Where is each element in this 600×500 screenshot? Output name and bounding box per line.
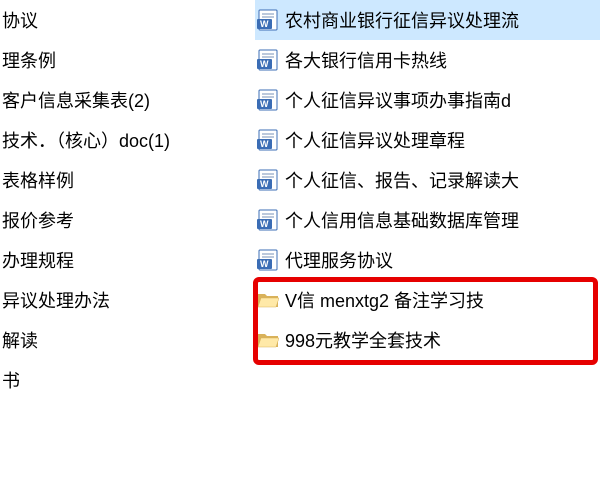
file-label: 异议处理办法 <box>2 287 110 313</box>
file-label: 个人信用信息基础数据库管理 <box>285 207 519 233</box>
file-label: 998元教学全套技术 <box>285 327 441 353</box>
file-item[interactable]: 表格样例 <box>0 160 255 200</box>
file-label: 各大银行信用卡热线 <box>285 47 447 73</box>
file-item[interactable]: 个人征信异议事项办事指南d <box>255 80 600 120</box>
file-item[interactable]: 解读 <box>0 320 255 360</box>
file-label: 报价参考 <box>2 207 74 233</box>
file-label: 书 <box>2 367 20 393</box>
file-item[interactable]: 协议 <box>0 0 255 40</box>
file-item[interactable]: 理条例 <box>0 40 255 80</box>
file-item[interactable]: 个人信用信息基础数据库管理 <box>255 200 600 240</box>
file-label: 技术．（核心）doc(1) <box>2 127 170 153</box>
file-item[interactable]: 各大银行信用卡热线 <box>255 40 600 80</box>
file-label: 协议 <box>2 7 38 33</box>
file-label: 理条例 <box>2 47 56 73</box>
folder-icon <box>257 289 279 311</box>
file-column-left: 协议 理条例 客户信息采集表(2) 技术．（核心）doc(1) 表格样例 报价参… <box>0 0 255 400</box>
file-label: 解读 <box>2 327 38 353</box>
word-doc-icon <box>257 169 279 191</box>
file-item[interactable]: 客户信息采集表(2) <box>0 80 255 120</box>
file-column-right: 农村商业银行征信异议处理流 各大银行信用卡热线 个人征信异议事项办事指南d 个人… <box>255 0 600 400</box>
file-label: 个人征信、报告、记录解读大 <box>285 167 519 193</box>
file-item[interactable]: 书 <box>0 360 255 400</box>
file-item[interactable]: 农村商业银行征信异议处理流 <box>255 0 600 40</box>
file-label: 表格样例 <box>2 167 74 193</box>
file-item[interactable]: 办理规程 <box>0 240 255 280</box>
word-doc-icon <box>257 209 279 231</box>
file-item[interactable]: 个人征信、报告、记录解读大 <box>255 160 600 200</box>
file-list: 协议 理条例 客户信息采集表(2) 技术．（核心）doc(1) 表格样例 报价参… <box>0 0 600 400</box>
word-doc-icon <box>257 129 279 151</box>
file-label: V信 menxtg2 备注学习技 <box>285 287 484 313</box>
word-doc-icon <box>257 89 279 111</box>
folder-icon <box>257 329 279 351</box>
file-item[interactable]: 代理服务协议 <box>255 240 600 280</box>
file-label: 个人征信异议事项办事指南d <box>285 87 511 113</box>
file-label: 农村商业银行征信异议处理流 <box>285 7 519 33</box>
word-doc-icon <box>257 249 279 271</box>
file-label: 代理服务协议 <box>285 247 393 273</box>
word-doc-icon <box>257 49 279 71</box>
file-item[interactable]: 个人征信异议处理章程 <box>255 120 600 160</box>
file-label: 办理规程 <box>2 247 74 273</box>
file-label: 个人征信异议处理章程 <box>285 127 465 153</box>
folder-item[interactable]: 998元教学全套技术 <box>255 320 600 360</box>
file-item[interactable]: 异议处理办法 <box>0 280 255 320</box>
word-doc-icon <box>257 9 279 31</box>
file-item[interactable]: 报价参考 <box>0 200 255 240</box>
folder-item[interactable]: V信 menxtg2 备注学习技 <box>255 280 600 320</box>
file-item[interactable]: 技术．（核心）doc(1) <box>0 120 255 160</box>
file-label: 客户信息采集表(2) <box>2 87 150 113</box>
